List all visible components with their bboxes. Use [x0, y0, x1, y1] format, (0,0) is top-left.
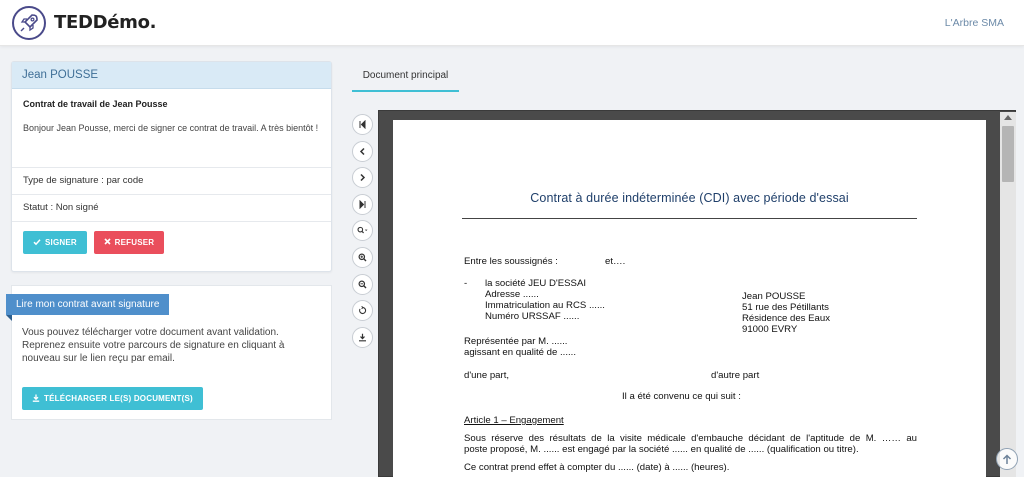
rotate-button[interactable]: [352, 300, 373, 322]
employee-city: 91000 EVRY: [742, 324, 798, 335]
scroll-to-top-button[interactable]: [996, 448, 1018, 470]
zoom-dropdown-icon: [357, 227, 368, 234]
article-1-line-2: poste proposé, M. ...... est engagé par …: [464, 444, 859, 455]
zoom-in-button[interactable]: [352, 246, 373, 268]
viewer-scrollbar[interactable]: [1000, 112, 1016, 477]
scroll-thumb[interactable]: [1002, 126, 1014, 182]
represented-by: Représentée par M. ......: [464, 336, 568, 347]
sign-button[interactable]: SIGNER: [23, 231, 87, 254]
scroll-up-arrow[interactable]: [1004, 115, 1012, 120]
ribbon-fold: [6, 315, 12, 321]
signature-type: Type de signature : par code: [12, 167, 331, 194]
employee-name: Jean POUSSE: [742, 291, 806, 302]
one-part: d'une part,: [464, 370, 510, 381]
previous-page-button[interactable]: [352, 140, 373, 162]
chevron-left-icon: [359, 147, 365, 155]
refuse-button[interactable]: REFUSER: [93, 231, 165, 254]
last-page-button[interactable]: [352, 193, 373, 215]
refuse-button-label: REFUSER: [114, 238, 155, 247]
company-address: Adresse ......: [485, 289, 539, 300]
download-documents-button[interactable]: TÉLÉCHARGER LE(S) DOCUMENT(S): [22, 387, 203, 410]
between-label: Entre les soussignés :: [464, 256, 558, 267]
employee-residence: Résidence des Eaux: [742, 313, 830, 324]
document-title: Contrat de travail de Jean Pousse: [23, 99, 168, 109]
zoom-in-icon: [358, 253, 367, 262]
between-et: et….: [605, 256, 626, 267]
download-icon: [359, 333, 366, 342]
document-page: Contrat à durée indéterminée (CDI) avec …: [393, 120, 986, 477]
tab-document-principal[interactable]: Document principal: [352, 61, 459, 92]
download-icon: [32, 394, 40, 404]
list-dash: -: [464, 278, 468, 289]
agreed-line: Il a été convenu ce qui suit :: [622, 391, 741, 402]
viewer-toolbar: [352, 114, 374, 353]
close-icon: [104, 238, 111, 247]
employee-street: 51 rue des Pétillants: [742, 302, 829, 313]
organization-link[interactable]: L'Arbre SMA: [945, 17, 1004, 29]
article-1-line-3: Ce contrat prend effet à compter du ....…: [464, 462, 730, 473]
download-instructions: Vous pouvez télécharger votre document a…: [22, 327, 285, 364]
company-line: la société JEU D'ESSAI: [485, 278, 587, 289]
acting-as: agissant en qualité de ......: [464, 347, 577, 358]
zoom-menu-button[interactable]: [352, 220, 373, 242]
top-bar: TEDDémo. L'Arbre SMA: [0, 0, 1024, 46]
arrow-up-icon: [1002, 453, 1012, 464]
sign-button-label: SIGNER: [45, 238, 77, 247]
article-1-title: Article 1 – Engagement: [464, 415, 564, 426]
download-documents-label: TÉLÉCHARGER LE(S) DOCUMENT(S): [44, 394, 193, 403]
read-before-signing-ribbon: Lire mon contrat avant signature: [6, 294, 170, 315]
article-1-line-1: Sous réserve des résultats de la visite …: [464, 433, 917, 444]
download-panel: Lire mon contrat avant signature Vous po…: [6, 285, 332, 420]
first-page-icon: [359, 120, 366, 129]
signer-card: Jean POUSSE Contrat de travail de Jean P…: [11, 61, 332, 272]
company-urssaf: Numéro URSSAF ......: [485, 311, 580, 322]
title-rule: [462, 218, 917, 219]
other-part: d'autre part: [711, 370, 760, 381]
first-page-button[interactable]: [352, 114, 373, 135]
brand-name[interactable]: TEDDémo.: [54, 12, 157, 33]
signer-message: Bonjour Jean Pousse, merci de signer ce …: [23, 123, 319, 133]
check-icon: [33, 238, 41, 248]
zoom-out-icon: [358, 280, 367, 289]
company-rcs: Immatriculation au RCS ......: [485, 300, 605, 311]
zoom-out-button[interactable]: [352, 273, 373, 295]
last-page-icon: [359, 199, 366, 209]
download-pdf-button[interactable]: [352, 326, 373, 348]
signer-name: Jean POUSSE: [12, 62, 331, 89]
rotate-icon: [359, 306, 367, 315]
chevron-right-icon: [360, 174, 366, 182]
rocket-logo-icon[interactable]: [12, 6, 46, 40]
signature-status: Statut : Non signé: [12, 194, 331, 221]
card-actions: SIGNER REFUSER: [12, 221, 331, 263]
next-page-button[interactable]: [352, 167, 373, 189]
contract-title: Contrat à durée indéterminée (CDI) avec …: [530, 191, 849, 205]
